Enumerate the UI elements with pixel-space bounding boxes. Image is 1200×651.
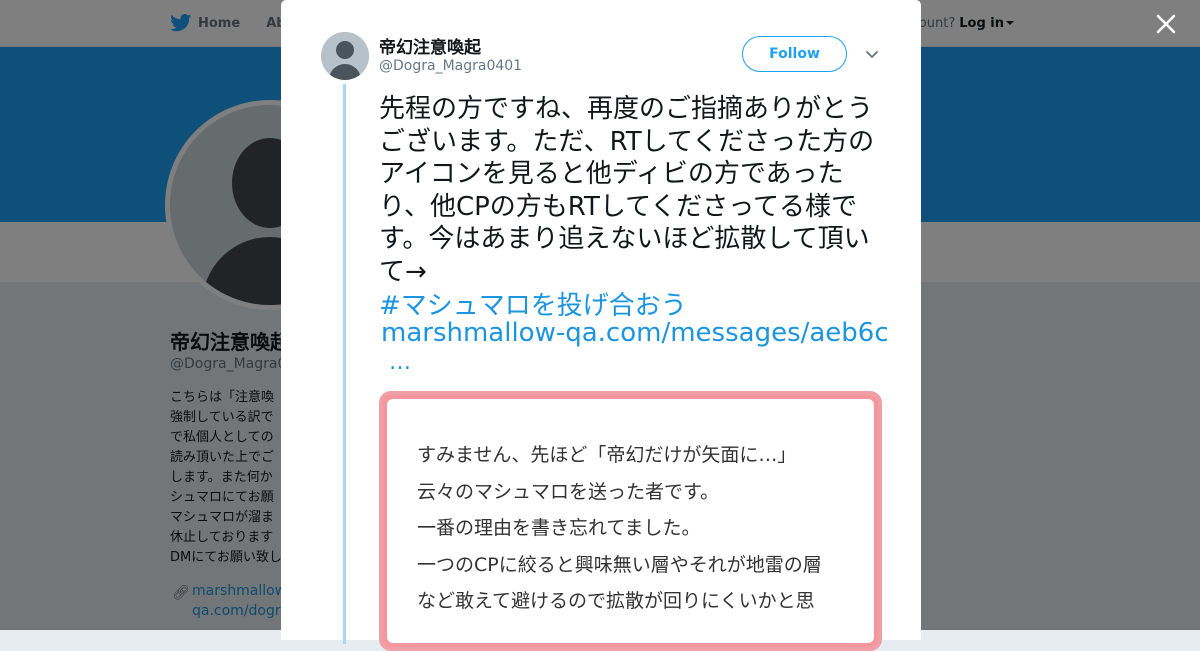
thread-line	[343, 84, 346, 644]
hashtag-link[interactable]: #マシュマロを投げ合おう	[379, 285, 687, 322]
follow-button[interactable]: Follow	[742, 36, 847, 72]
author-name[interactable]: 帝幻注意喚起	[379, 33, 481, 58]
marshmallow-card: すみません、先ほど「帝幻だけが矢面に…」 云々のマシュマロを送った者です。 一番…	[387, 399, 874, 643]
tweet-text: 先程の方ですね、再度のご指摘ありがとうございます。ただ、RTしてくださった方のア…	[379, 94, 875, 287]
card-text-line: 一番の理由を書き忘れてました。	[417, 517, 701, 539]
attached-image[interactable]: すみません、先ほど「帝幻だけが矢面に…」 云々のマシュマロを送った者です。 一番…	[379, 391, 882, 651]
card-text-line: など敢えて避けるので拡散が回りにくいかと思	[417, 590, 815, 612]
author-avatar[interactable]	[321, 32, 369, 80]
default-avatar-icon	[321, 32, 369, 80]
tweet-url-link[interactable]: marshmallow-qa.com/messages/aeb6c	[381, 318, 889, 348]
card-text-line: すみません、先ほど「帝幻だけが矢面に…」	[417, 444, 797, 466]
chevron-down-icon[interactable]	[864, 46, 880, 62]
author-handle[interactable]: @Dogra_Magra0401	[379, 58, 522, 74]
close-icon[interactable]	[1152, 10, 1180, 38]
card-text-line: 一つのCPに絞ると興味無い層やそれが地雷の層	[417, 553, 822, 576]
card-text-line: 云々のマシュマロを送った者です。	[417, 480, 720, 503]
url-ellipsis[interactable]: …	[389, 350, 411, 375]
tweet-modal: 帝幻注意喚起 @Dogra_Magra0401 Follow 先程の方ですね、再…	[281, 0, 921, 651]
